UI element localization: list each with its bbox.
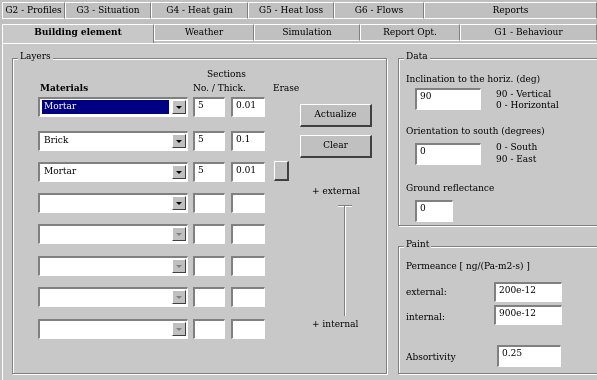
section-number-field[interactable] (193, 319, 225, 339)
thickness-field[interactable]: 0.01 (231, 97, 265, 117)
material-value (42, 259, 169, 273)
actualize-label: Actualize (314, 110, 357, 120)
paint-internal-field[interactable]: 900e-12 (494, 305, 562, 325)
section-number-field[interactable] (193, 256, 225, 276)
chevron-down-icon[interactable] (172, 196, 186, 210)
material-value: Mortar (44, 167, 77, 177)
tab-g2-profiles[interactable]: G2 - Profiles (2, 2, 65, 19)
inclination-field[interactable]: 90 (415, 88, 481, 110)
inclination-hint-vertical: 90 - Vertical (496, 90, 552, 100)
section-number-field[interactable] (193, 287, 225, 307)
material-value (42, 196, 169, 210)
chevron-down-icon[interactable] (172, 100, 186, 114)
chevron-down-icon[interactable] (172, 134, 186, 148)
tab-building-element[interactable]: Building element (2, 24, 154, 43)
thickness-field[interactable] (231, 224, 265, 244)
tab-weather[interactable]: Weather (154, 24, 254, 41)
tab-g4-heat-gain[interactable]: G4 - Heat gain (151, 2, 248, 19)
ground-reflectance-field[interactable]: 0 (415, 200, 453, 222)
material-select[interactable] (38, 224, 188, 244)
chevron-down-icon[interactable] (172, 290, 186, 304)
chevron-down-icon[interactable] (172, 227, 186, 241)
material-select[interactable]: Mortar (38, 97, 188, 117)
material-value (42, 227, 169, 241)
layer-axis (344, 206, 346, 316)
material-select[interactable] (38, 193, 188, 213)
absortivity-label: Absortivity (406, 353, 456, 363)
permeance-label: Permeance [ ng/(Pa-m2-s) ] (406, 262, 530, 272)
tab-reports[interactable]: Reports (424, 2, 597, 19)
chevron-down-icon[interactable] (172, 165, 186, 179)
tab-report-opt[interactable]: Report Opt. (360, 24, 460, 41)
thickness-field[interactable] (231, 319, 265, 339)
section-number-field[interactable]: 5 (193, 131, 225, 151)
orientation-field[interactable]: 0 (415, 143, 481, 165)
ground-reflectance-label: Ground reflectance (406, 184, 495, 194)
material-value: Brick (44, 136, 69, 146)
erase-button[interactable] (274, 161, 289, 181)
section-number-field[interactable]: 5 (193, 162, 225, 182)
absortivity-field[interactable]: 0.25 (497, 345, 561, 367)
thickness-field[interactable] (231, 287, 265, 307)
paint-external-field[interactable]: 200e-12 (494, 282, 562, 302)
material-select[interactable] (38, 287, 188, 307)
tab-simulation[interactable]: Simulation (254, 24, 360, 41)
material-value (42, 322, 169, 336)
clear-button[interactable]: Clear (300, 135, 372, 158)
material-value (42, 290, 169, 304)
erase-header: Erase (273, 84, 300, 94)
material-select[interactable] (38, 319, 188, 339)
external-label: + external (312, 187, 361, 197)
materials-header: Materials (40, 84, 89, 94)
inclination-label: Inclination to the horiz. (deg) (406, 75, 541, 85)
thickness-field[interactable] (231, 256, 265, 276)
material-select[interactable]: Brick (38, 131, 188, 151)
orientation-label: Orientation to south (degrees) (406, 127, 545, 137)
tab-g1-behaviour[interactable]: G1 - Behaviour (460, 24, 597, 41)
orientation-hint-south: 0 - South (496, 143, 538, 153)
orientation-hint-east: 90 - East (496, 155, 537, 165)
paint-external-label: external: (406, 288, 447, 298)
thickness-field[interactable]: 0.1 (231, 131, 265, 151)
material-select[interactable]: Mortar (38, 162, 188, 182)
no-thick-header: No. / Thick. (193, 84, 246, 94)
thickness-field[interactable] (231, 193, 265, 213)
section-number-field[interactable] (193, 193, 225, 213)
chevron-down-icon[interactable] (172, 322, 186, 336)
sections-header: Sections (207, 70, 246, 80)
internal-label: + internal (312, 320, 359, 330)
inclination-hint-horizontal: 0 - Horizontal (496, 101, 559, 111)
tab-g3-situation[interactable]: G3 - Situation (65, 2, 151, 19)
actualize-button[interactable]: Actualize (300, 104, 372, 127)
material-value: Mortar (42, 100, 169, 114)
tab-g6-flows[interactable]: G6 - Flows (334, 2, 424, 19)
thickness-field[interactable]: 0.01 (231, 162, 265, 182)
clear-label: Clear (323, 141, 348, 151)
chevron-down-icon[interactable] (172, 259, 186, 273)
paint-internal-label: internal: (406, 313, 445, 323)
material-select[interactable] (38, 256, 188, 276)
section-number-field[interactable] (193, 224, 225, 244)
layers-group-title: Layers (18, 52, 53, 62)
paint-group-title: Paint (404, 240, 432, 250)
section-number-field[interactable]: 5 (193, 97, 225, 117)
tab-g5-heat-loss[interactable]: G5 - Heat loss (248, 2, 334, 19)
data-group-title: Data (404, 52, 430, 62)
